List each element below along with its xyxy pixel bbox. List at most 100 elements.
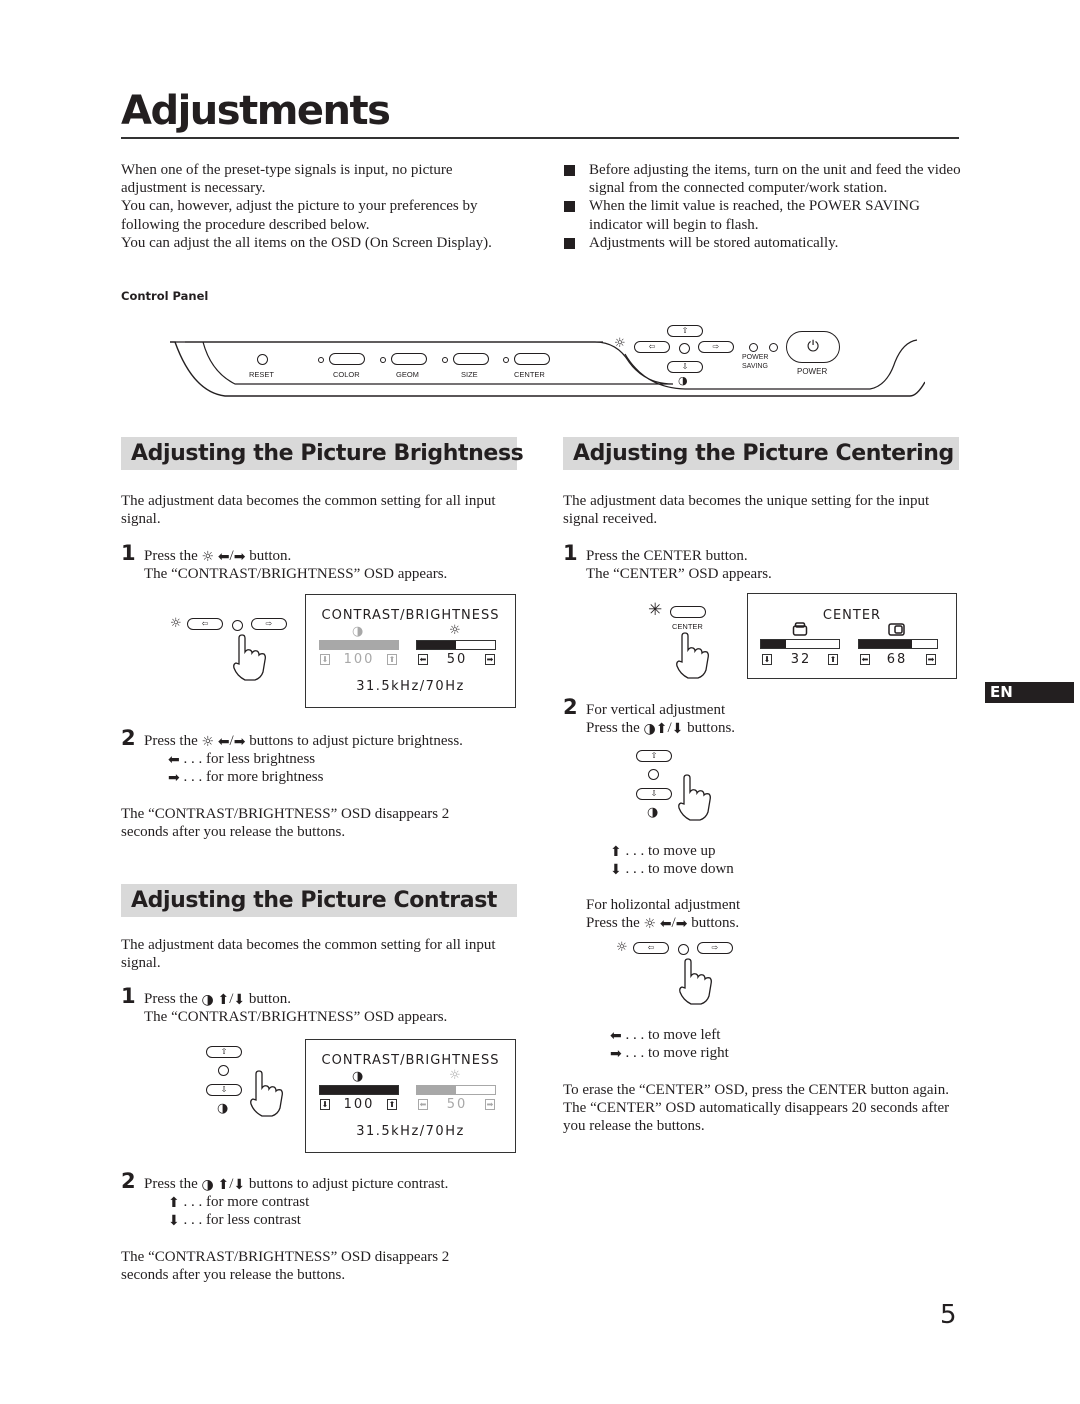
horizontal-right-button: ➡ bbox=[926, 654, 936, 665]
arrow-down-icon: ⬇ bbox=[168, 1213, 180, 1230]
footer-text: The “CENTER” OSD automatically disappear… bbox=[563, 1100, 950, 1135]
power-button[interactable]: ⏻ bbox=[786, 331, 840, 363]
center-indicator bbox=[648, 769, 659, 780]
pointing-hand-icon bbox=[679, 958, 712, 1005]
brightness-icon: ☼ bbox=[449, 623, 461, 638]
center-indicator bbox=[503, 357, 509, 363]
contrast-icon: ◑ bbox=[201, 992, 214, 1008]
horizontal-bar bbox=[858, 639, 938, 649]
intro-text: When one of the preset-type signals is i… bbox=[121, 161, 521, 252]
horizontal-value: 68 bbox=[886, 652, 908, 667]
intro-paragraph: You can adjust the all items on the OSD … bbox=[121, 234, 492, 251]
step-text: Press the bbox=[144, 1176, 198, 1192]
brightness-intro: The adjustment data becomes the common s… bbox=[121, 493, 496, 528]
vertical-down-button: ⬇ bbox=[762, 654, 772, 665]
contrast-button-illustration: ⇧ ⇩ ◑ bbox=[200, 1044, 310, 1124]
center-indicator bbox=[218, 1065, 229, 1076]
reset-button[interactable] bbox=[257, 354, 268, 365]
right-button[interactable]: ⇨ bbox=[698, 341, 734, 353]
left-button[interactable]: ⇦ bbox=[633, 942, 669, 954]
brightness-step-1: 1 Press the ☼ ⬅/➡ button. The “CONTRAST/… bbox=[121, 541, 521, 583]
contrast-bar bbox=[319, 1085, 399, 1095]
horizontal-arrow-legend: ⬅ . . . to move left ➡ . . . to move rig… bbox=[610, 1026, 729, 1062]
contrast-osd: CONTRAST/BRIGHTNESS ◑ ☼ ⬇ 100 ⬆ ⬅ 50 ➡ 3… bbox=[305, 1039, 516, 1153]
vertical-arrow-legend: ⬆ . . . to move up ⬇ . . . to move down bbox=[610, 842, 734, 878]
arrow-down-icon: ⬇ bbox=[610, 862, 622, 879]
osd-title: CENTER bbox=[822, 608, 882, 623]
brightness-step-2: 2 Press the ☼ ⬅/➡ buttons to adjust pict… bbox=[121, 726, 463, 787]
contrast-icon: ◑ bbox=[352, 1069, 364, 1084]
vertical-bar-fill bbox=[761, 640, 786, 648]
contrast-step-2: 2 Press the ◑ ⬆/⬇ buttons to adjust pict… bbox=[121, 1169, 449, 1230]
arrow-explanation: . . . for more brightness bbox=[183, 769, 324, 786]
down-button[interactable]: ⇩ bbox=[667, 361, 703, 373]
step-text: Press the bbox=[144, 733, 198, 749]
contrast-icon: ◑ bbox=[678, 374, 688, 387]
brightness-icon: ☼ bbox=[201, 549, 215, 565]
osd-frequency: 31.5kHz/70Hz bbox=[356, 1124, 465, 1139]
horizontal-left-button: ⬅ bbox=[860, 654, 870, 665]
color-indicator bbox=[318, 357, 324, 363]
center-button[interactable] bbox=[514, 353, 550, 365]
control-panel-diagram: RESET COLOR GEOM SIZE CENTER ☼ ⇧ ⇦ ⇨ ⇩ ◑… bbox=[165, 322, 925, 400]
arrow-up-icon: ⬆ bbox=[655, 721, 668, 738]
right-button[interactable]: ⇨ bbox=[697, 942, 733, 954]
brightness-bar-fill bbox=[417, 1086, 456, 1094]
step-number: 2 bbox=[121, 726, 136, 750]
arrow-explanation: . . . to move left bbox=[625, 1027, 721, 1043]
arrow-right-icon: ➡ bbox=[233, 734, 246, 750]
step-number: 1 bbox=[121, 541, 136, 565]
intro-bullets: Before adjusting the items, turn on the … bbox=[561, 161, 961, 252]
right-button[interactable]: ⇨ bbox=[251, 618, 287, 630]
arrow-right-icon: ➡ bbox=[168, 770, 180, 787]
geom-button[interactable] bbox=[391, 353, 427, 365]
vertical-button-illustration: ⇧ ⇩ ◑ bbox=[630, 748, 720, 823]
up-button[interactable]: ⇧ bbox=[667, 325, 703, 337]
size-button[interactable] bbox=[453, 353, 489, 365]
arrow-up-icon: ⬆ bbox=[217, 1177, 230, 1193]
step-text: button. bbox=[249, 548, 292, 564]
geom-label: GEOM bbox=[396, 370, 419, 379]
contrast-icon: ◑ bbox=[201, 1177, 214, 1193]
contrast-down-button: ⬇ bbox=[320, 1099, 330, 1110]
brightness-icon: ☼ bbox=[616, 940, 628, 955]
arrow-explanation: . . . to move right bbox=[625, 1045, 729, 1062]
bullet-square-icon bbox=[564, 201, 575, 213]
left-button[interactable]: ⇦ bbox=[187, 618, 223, 630]
bullet-item: Before adjusting the items, turn on the … bbox=[561, 161, 961, 197]
center-button[interactable] bbox=[670, 606, 706, 618]
brightness-heading: Adjusting the Picture Brightness bbox=[121, 437, 524, 470]
arrow-left-icon: ⇦ bbox=[201, 619, 209, 628]
brightness-bar bbox=[416, 640, 496, 650]
center-button-illustration: ✳ CENTER bbox=[646, 600, 726, 680]
arrow-explanation: . . . for less contrast bbox=[183, 1212, 301, 1229]
up-button[interactable]: ⇧ bbox=[636, 750, 672, 762]
contrast-heading: Adjusting the Picture Contrast bbox=[121, 884, 517, 917]
arrow-right-icon: ➡ bbox=[610, 1046, 622, 1063]
brightness-button-illustration: ☼ ⇦ ⇨ bbox=[165, 612, 295, 682]
arrow-left-icon: ⬅ bbox=[610, 1028, 622, 1044]
left-button[interactable]: ⇦ bbox=[634, 341, 670, 353]
center-label: CENTER bbox=[514, 370, 545, 379]
language-badge: EN bbox=[985, 682, 1074, 703]
contrast-up-button: ⬆ bbox=[387, 654, 397, 665]
brightness-icon: ☼ bbox=[201, 734, 215, 750]
brightness-osd: CONTRAST/BRIGHTNESS ◑ ☼ ⬇ 100 ⬆ ⬅ 50 ➡ 3… bbox=[305, 594, 516, 708]
centering-step-1: 1 Press the CENTER button. The “CENTER” … bbox=[563, 542, 963, 583]
pointing-hand-icon bbox=[233, 634, 266, 681]
bullet-item: When the limit value is reached, the POW… bbox=[561, 197, 961, 233]
step-text: The “CENTER” OSD appears. bbox=[586, 566, 772, 583]
color-button[interactable] bbox=[329, 353, 365, 365]
control-panel-label: Control Panel bbox=[121, 289, 209, 303]
center-indicator bbox=[232, 620, 243, 631]
arrow-up-icon: ⇧ bbox=[220, 1047, 228, 1056]
reset-label: RESET bbox=[249, 370, 275, 379]
down-button[interactable]: ⇩ bbox=[636, 788, 672, 800]
arrow-up-icon: ⬆ bbox=[610, 844, 622, 860]
down-button[interactable]: ⇩ bbox=[206, 1084, 242, 1096]
arrow-left-icon: ⬅ bbox=[168, 752, 180, 769]
contrast-footer: The “CONTRAST/BRIGHTNESS” OSD disappears… bbox=[121, 1249, 450, 1284]
brightness-left-button: ⬅ bbox=[418, 1099, 428, 1110]
horizontal-bar-fill bbox=[859, 640, 913, 648]
up-button[interactable]: ⇧ bbox=[206, 1046, 242, 1058]
